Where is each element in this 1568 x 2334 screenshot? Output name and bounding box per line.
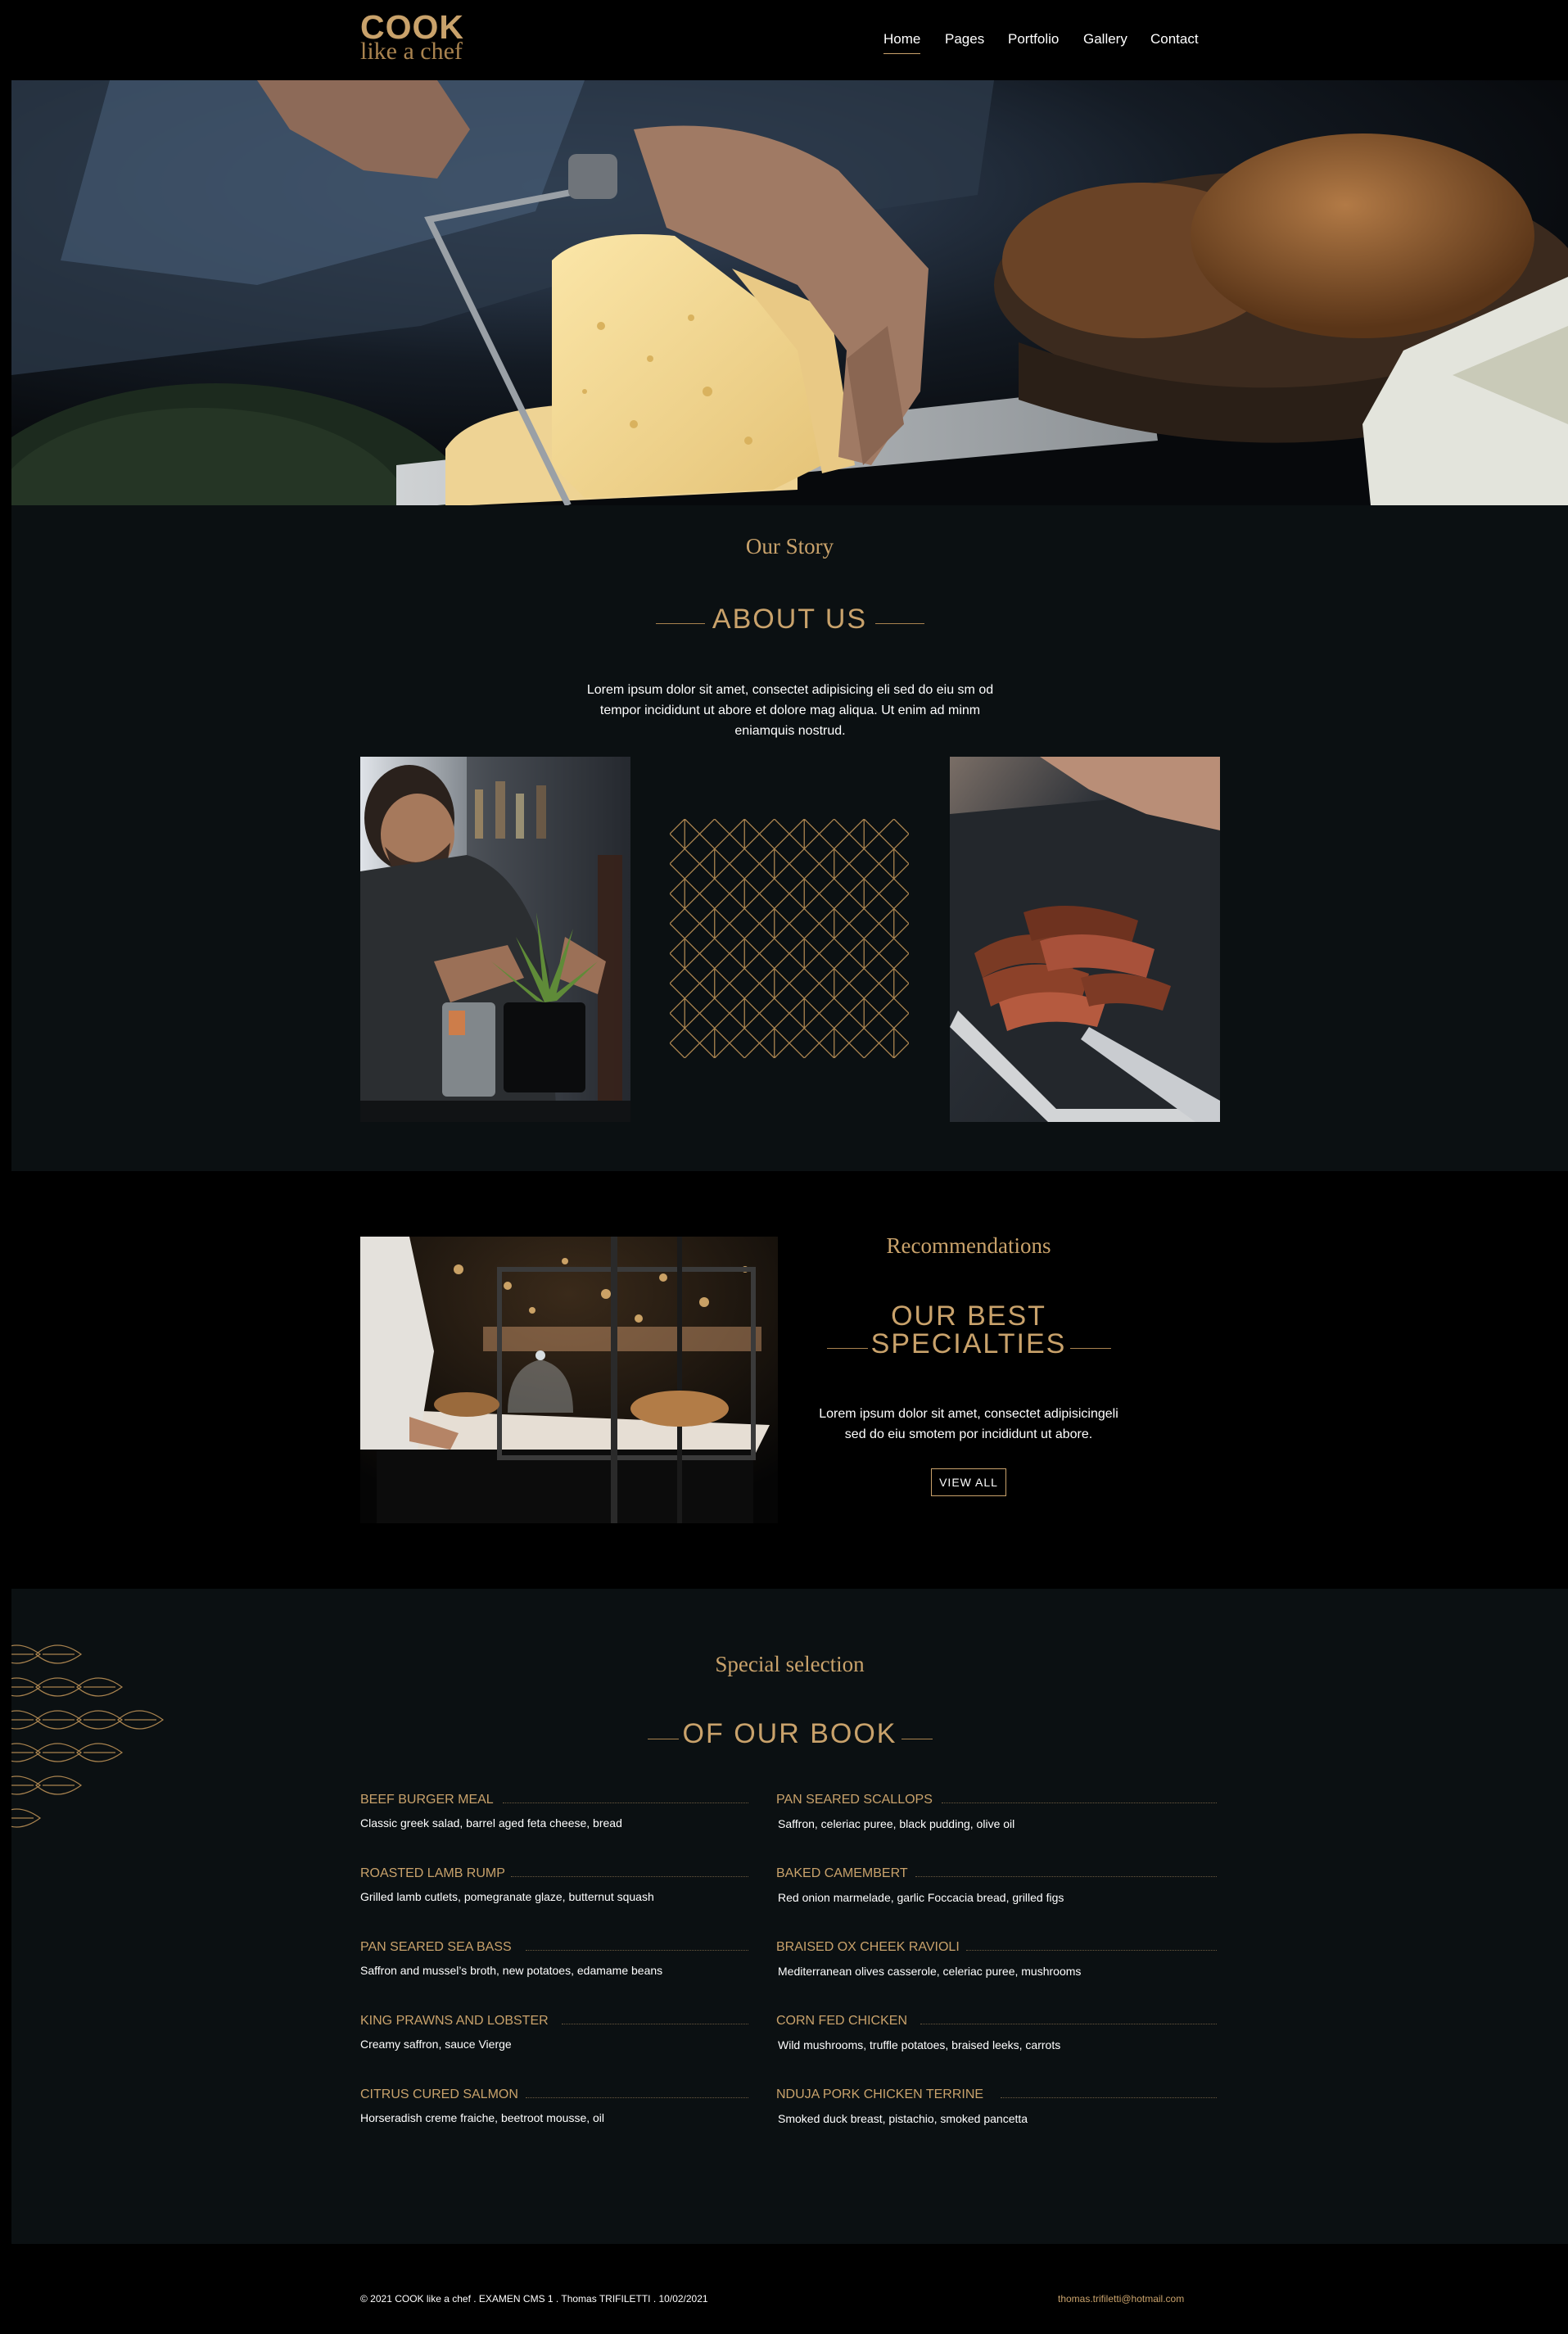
nav-active-underline bbox=[883, 53, 921, 54]
menu-item-desc: Creamy saffron, sauce Vierge bbox=[360, 2038, 512, 2051]
view-all-button[interactable]: VIEW ALL bbox=[931, 1468, 1006, 1496]
menu-item-right-1: PAN SEARED SCALLOPS Saffron, celeriac pu… bbox=[776, 1791, 1217, 1832]
menu-item-leader bbox=[1001, 2097, 1217, 2098]
menu-item-right-5: NDUJA PORK CHICKEN TERRINE Smoked duck b… bbox=[776, 2086, 1217, 2127]
menu-item-right-2: BAKED CAMEMBERT Red onion marmelade, gar… bbox=[776, 1865, 1217, 1906]
specialties-photo bbox=[360, 1237, 778, 1523]
menu-item-leader bbox=[966, 1950, 1217, 1951]
site-footer bbox=[0, 2244, 1568, 2334]
menu-item-desc: Wild mushrooms, truffle potatoes, braise… bbox=[778, 2038, 1061, 2051]
specialties-heading: OUR BEST SPECIALTIES bbox=[821, 1302, 1116, 1358]
specialties-text-line-1: Lorem ipsum dolor sit amet, consectet ad… bbox=[819, 1407, 1118, 1421]
menu-item-title: CITRUS CURED SALMON bbox=[360, 2087, 518, 2101]
nav-pages[interactable]: Pages bbox=[945, 29, 984, 49]
bakery-counter-photo bbox=[360, 1237, 778, 1523]
menu-item-title: PAN SEARED SCALLOPS bbox=[776, 1793, 933, 1807]
menu-item-leader bbox=[526, 1950, 748, 1951]
specialties-heading-line-1: OUR BEST bbox=[891, 1300, 1046, 1332]
menu-item-title: BRAISED OX CHEEK RAVIOLI bbox=[776, 1940, 960, 1954]
about-text-line-3: eniamquis nostrud. bbox=[734, 724, 846, 738]
menu-item-left-3: PAN SEARED SEA BASS Saffron and mussel’s… bbox=[360, 1938, 748, 1979]
menu-item-title: ROASTED LAMB RUMP bbox=[360, 1866, 505, 1880]
footer-email-link[interactable]: thomas.trifiletti@hotmail.com bbox=[1058, 2293, 1184, 2305]
nav-gallery[interactable]: Gallery bbox=[1083, 29, 1127, 49]
menu-item-title: BAKED CAMEMBERT bbox=[776, 1866, 908, 1880]
menu-item-left-5: CITRUS CURED SALMON Horseradish creme fr… bbox=[360, 2086, 748, 2127]
site-header: COOK like a chef Home Pages Portfolio Ga… bbox=[0, 0, 1568, 80]
menu-item-desc: Saffron, celeriac puree, black pudding, … bbox=[778, 1817, 1015, 1830]
menu-kicker: Special selection bbox=[715, 1652, 865, 1676]
menu-item-desc: Saffron and mussel’s broth, new potatoes… bbox=[360, 1964, 663, 1977]
chef-photo bbox=[360, 757, 630, 1122]
about-heading-line-right bbox=[875, 623, 924, 624]
geometric-pattern-icon bbox=[669, 818, 910, 1059]
logo-tagline[interactable]: like a chef bbox=[360, 38, 463, 66]
menu-item-leader bbox=[526, 2097, 748, 2098]
menu-item-left-1: BEEF BURGER MEAL Classic greek salad, ba… bbox=[360, 1791, 748, 1832]
specialties-text-line-2: sed do eiu smotem por incididunt ut abor… bbox=[844, 1427, 1093, 1441]
menu-item-left-2: ROASTED LAMB RUMP Grilled lamb cutlets, … bbox=[360, 1865, 748, 1906]
steak-photo bbox=[950, 757, 1220, 1122]
menu-item-left-4: KING PRAWNS AND LOBSTER Creamy saffron, … bbox=[360, 2012, 748, 2053]
hero-cheese-slicing-photo bbox=[11, 80, 1568, 505]
about-photo-chef bbox=[360, 757, 630, 1122]
specialties-text: Lorem ipsum dolor sit amet, consectet ad… bbox=[805, 1404, 1132, 1445]
nav-pages-label: Pages bbox=[945, 31, 985, 47]
menu-item-desc: Mediterranean olives casserole, celeriac… bbox=[778, 1965, 1082, 1978]
menu-item-title: KING PRAWNS AND LOBSTER bbox=[360, 2014, 549, 2028]
menu-item-title: PAN SEARED SEA BASS bbox=[360, 1940, 512, 1954]
about-text: Lorem ipsum dolor sit amet, consectet ad… bbox=[483, 680, 1097, 741]
nav-contact[interactable]: Contact bbox=[1150, 29, 1199, 49]
nav-portfolio-label: Portfolio bbox=[1008, 31, 1060, 47]
nav-portfolio[interactable]: Portfolio bbox=[1008, 29, 1059, 49]
specialties-heading-line-2: SPECIALTIES bbox=[870, 1328, 1067, 1359]
menu-item-right-4: CORN FED CHICKEN Wild mushrooms, truffle… bbox=[776, 2012, 1217, 2053]
nav-contact-label: Contact bbox=[1150, 31, 1199, 47]
about-heading: ABOUT US bbox=[712, 604, 868, 635]
menu-item-leader bbox=[511, 1876, 748, 1877]
menu-item-leader bbox=[915, 1876, 1217, 1877]
menu-item-desc: Smoked duck breast, pistachio, smoked pa… bbox=[778, 2112, 1028, 2125]
menu-item-desc: Horseradish creme fraiche, beetroot mous… bbox=[360, 2111, 605, 2124]
specialties-section bbox=[0, 1171, 1568, 1589]
menu-item-title: CORN FED CHICKEN bbox=[776, 2014, 908, 2028]
specialties-kicker: Recommendations bbox=[886, 1233, 1051, 1258]
nav-home-label: Home bbox=[883, 31, 921, 47]
menu-section bbox=[11, 1589, 1568, 2244]
menu-item-right-3: BRAISED OX CHEEK RAVIOLI Mediterranean o… bbox=[776, 1938, 1217, 1979]
hero-image bbox=[11, 80, 1568, 505]
nav-home[interactable]: Home bbox=[883, 29, 921, 54]
about-kicker: Our Story bbox=[745, 534, 834, 559]
menu-heading: OF OUR BOOK bbox=[682, 1718, 897, 1749]
about-photo-steak bbox=[950, 757, 1220, 1122]
nav-gallery-label: Gallery bbox=[1083, 31, 1127, 47]
menu-item-title: BEEF BURGER MEAL bbox=[360, 1793, 494, 1807]
menu-item-title: NDUJA PORK CHICKEN TERRINE bbox=[776, 2087, 984, 2101]
about-text-line-1: Lorem ipsum dolor sit amet, consectet ad… bbox=[586, 683, 994, 697]
footer-copyright: © 2021 COOK like a chef . EXAMEN CMS 1 .… bbox=[360, 2293, 708, 2305]
menu-item-desc: Red onion marmelade, garlic Foccacia bre… bbox=[778, 1891, 1064, 1904]
geometric-pattern bbox=[669, 818, 910, 1059]
specialties-heading-line-right bbox=[1070, 1348, 1111, 1349]
menu-item-desc: Classic greek salad, barrel aged feta ch… bbox=[360, 1816, 622, 1830]
about-text-line-2: tempor incididunt ut abore et dolore mag… bbox=[599, 703, 981, 717]
menu-item-desc: Grilled lamb cutlets, pomegranate glaze,… bbox=[360, 1890, 654, 1903]
